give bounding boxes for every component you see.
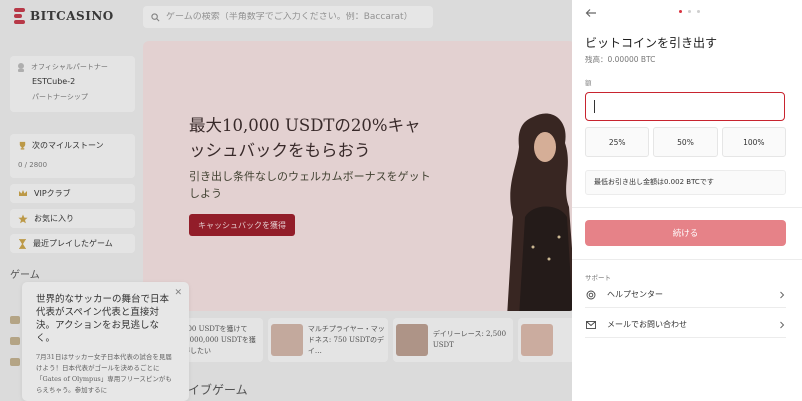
amount-input[interactable] [585, 92, 785, 121]
continue-button[interactable]: 続ける [585, 220, 786, 246]
text-caret [594, 100, 595, 113]
help-center-link[interactable]: ヘルプセンター [585, 282, 786, 308]
divider [572, 207, 802, 208]
min-withdrawal-info: 最低お引き出し金額は0.002 BTCです [585, 170, 786, 195]
back-button[interactable] [584, 6, 598, 20]
step-dot [679, 10, 682, 13]
email-contact-link[interactable]: メールでお問い合わせ [585, 312, 786, 338]
chevron-right-icon [778, 291, 786, 299]
step-dot [688, 10, 691, 13]
percent-buttons: 25% 50% 100% [585, 127, 786, 157]
arrow-left-icon [585, 9, 596, 17]
panel-title: ビットコインを引き出す [585, 36, 718, 50]
mail-icon [585, 319, 597, 331]
percent-100-button[interactable]: 100% [721, 127, 786, 157]
step-indicator [679, 10, 700, 13]
email-contact-label: メールでお問い合わせ [607, 320, 687, 329]
chevron-right-icon [778, 321, 786, 329]
help-center-label: ヘルプセンター [607, 290, 663, 299]
balance-text: 残高：0.00000 BTC [585, 55, 656, 64]
support-heading: サポート [585, 274, 611, 282]
percent-25-button[interactable]: 25% [585, 127, 650, 157]
modal-backdrop[interactable] [0, 0, 572, 401]
step-dot [697, 10, 700, 13]
lifebuoy-icon [585, 289, 597, 301]
percent-50-button[interactable]: 50% [653, 127, 718, 157]
withdraw-panel: ビットコインを引き出す 残高：0.00000 BTC 額 25% 50% 100… [572, 0, 802, 401]
divider [572, 259, 802, 260]
amount-label: 額 [585, 79, 592, 87]
